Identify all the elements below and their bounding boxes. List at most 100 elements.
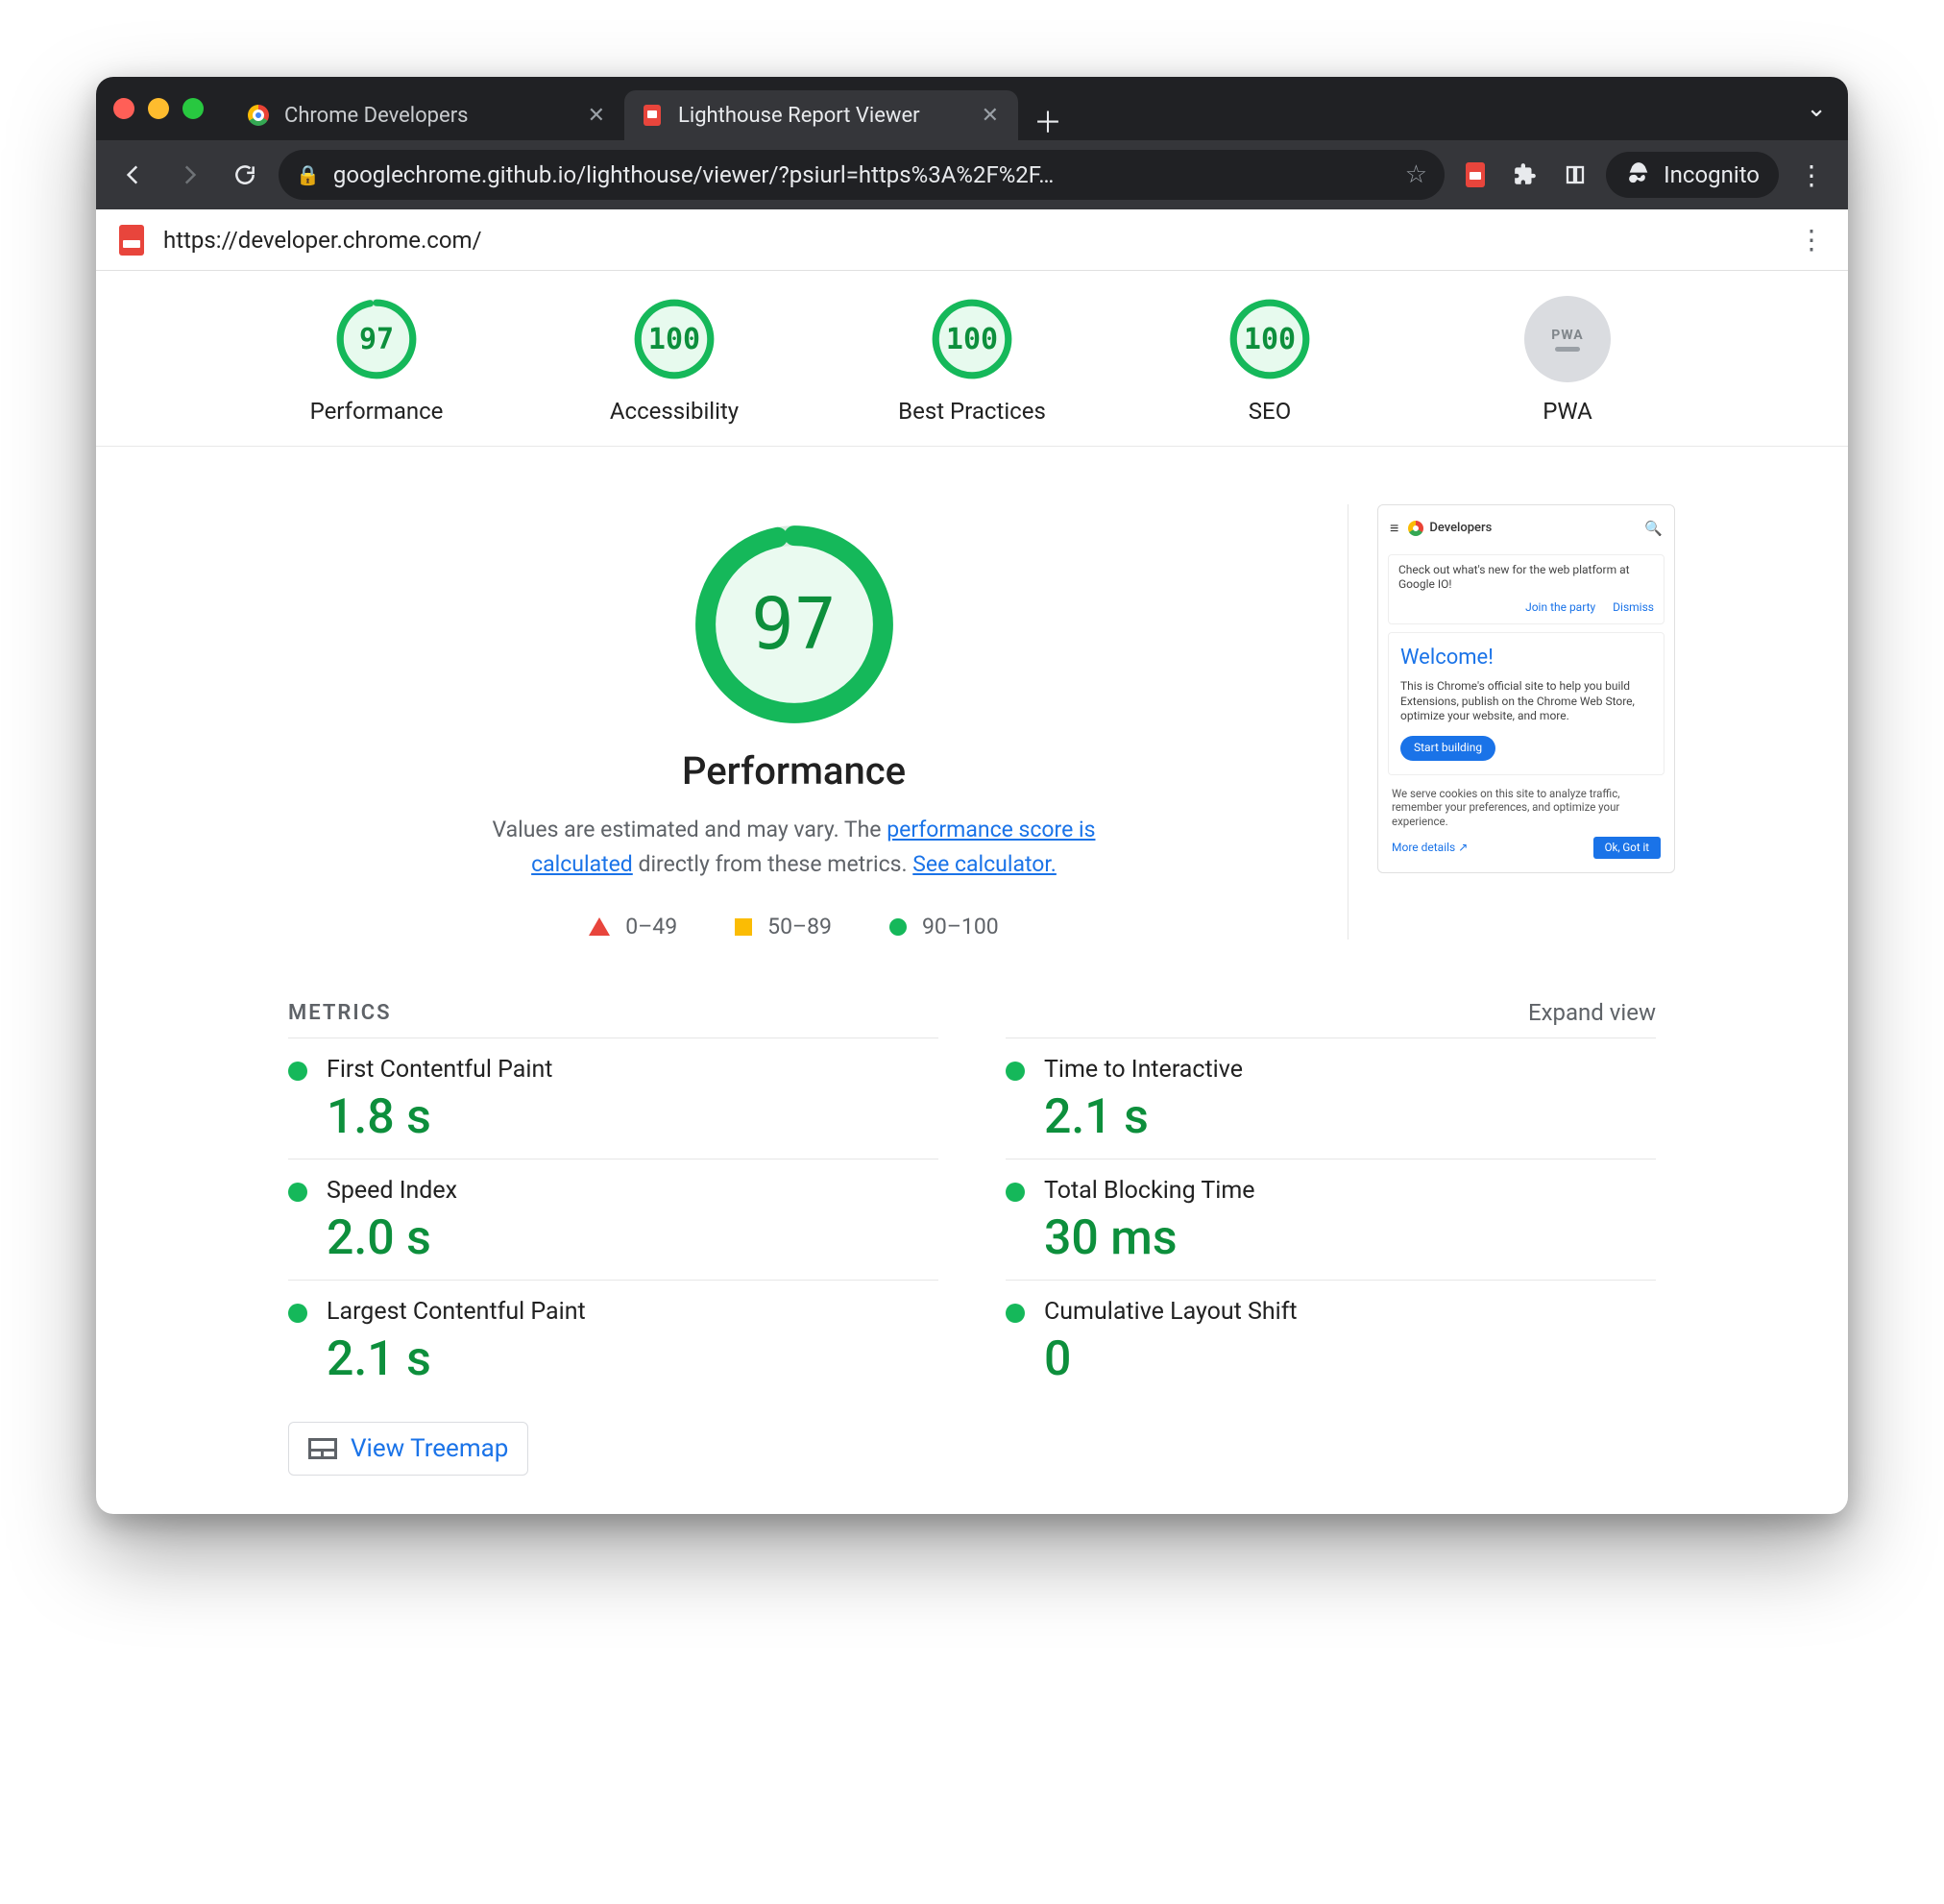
metric-value: 30 ms — [1044, 1210, 1656, 1266]
reading-list-icon[interactable] — [1556, 156, 1594, 194]
metric-value: 2.0 s — [327, 1210, 938, 1266]
metric-name: Largest Contentful Paint — [327, 1298, 938, 1326]
gauge-pwa[interactable]: PWA PWA — [1481, 296, 1654, 425]
performance-title: Performance — [682, 748, 906, 793]
close-tab-icon[interactable]: ✕ — [982, 104, 999, 128]
metric-value: 2.1 s — [327, 1331, 938, 1387]
welcome-button: Start building — [1400, 736, 1495, 761]
back-button[interactable] — [111, 153, 156, 197]
forward-button[interactable] — [167, 153, 211, 197]
tested-url-bar: https://developer.chrome.com/ ⋮ — [96, 209, 1848, 271]
performance-score: 97 — [693, 524, 895, 725]
metric-si: Speed Index2.0 s — [288, 1159, 938, 1280]
score-label: Performance — [310, 398, 444, 425]
metric-name: First Contentful Paint — [327, 1056, 938, 1084]
cookie-ok: Ok, Got it — [1593, 837, 1661, 859]
metrics-heading: METRICS — [288, 1001, 392, 1025]
metric-name: Time to Interactive — [1044, 1056, 1656, 1084]
banner-link: Dismiss — [1613, 600, 1654, 616]
score-label: PWA — [1543, 398, 1592, 425]
page-menu-icon[interactable]: ⋮ — [1798, 224, 1825, 256]
metric-value: 2.1 s — [1044, 1089, 1656, 1145]
score-value: 100 — [631, 296, 717, 382]
close-tab-icon[interactable]: ✕ — [588, 104, 605, 128]
brand-text: Developers — [1429, 521, 1492, 537]
legend-mid: 50–89 — [735, 914, 832, 940]
incognito-badge[interactable]: Incognito — [1606, 152, 1779, 198]
square-icon — [735, 918, 752, 936]
expand-view-toggle[interactable]: Expand view — [1528, 999, 1656, 1026]
tab-title: Lighthouse Report Viewer — [678, 104, 920, 128]
minimize-window-icon[interactable] — [148, 98, 169, 119]
tab-lighthouse-viewer[interactable]: Lighthouse Report Viewer ✕ — [624, 90, 1018, 140]
status-pass-icon — [288, 1183, 307, 1202]
performance-section: 97 Performance Values are estimated and … — [96, 447, 1848, 978]
score-value: 97 — [333, 296, 420, 382]
bookmark-icon[interactable]: ☆ — [1405, 160, 1427, 189]
lighthouse-extension-icon[interactable] — [1456, 156, 1494, 194]
metric-tti: Time to Interactive 2.1 s — [1006, 1037, 1656, 1159]
status-pass-icon — [1006, 1183, 1025, 1202]
extensions-icon[interactable] — [1506, 156, 1544, 194]
metric-tbt: Total Blocking Time 30 ms — [1006, 1159, 1656, 1280]
reload-button[interactable] — [223, 153, 267, 197]
metrics-grid: First Contentful Paint1.8 s Time to Inte… — [288, 1037, 1656, 1401]
legend-label: 50–89 — [767, 914, 832, 940]
fullscreen-window-icon[interactable] — [182, 98, 204, 119]
browser-menu-icon[interactable]: ⋮ — [1790, 159, 1833, 191]
desc-text: Values are estimated and may vary. The — [493, 817, 887, 842]
cookie-more-text: More details — [1392, 841, 1455, 854]
metrics-section: METRICS Expand view First Contentful Pai… — [96, 978, 1848, 1514]
lighthouse-favicon-icon — [640, 103, 665, 128]
window-controls — [113, 98, 204, 119]
metric-name: Cumulative Layout Shift — [1044, 1298, 1656, 1326]
score-legend: 0–49 50–89 90–100 — [589, 914, 998, 940]
tab-title: Chrome Developers — [284, 104, 469, 128]
metric-fcp: First Contentful Paint1.8 s — [288, 1037, 938, 1159]
performance-detail: 97 Performance Values are estimated and … — [269, 504, 1349, 940]
thumb-brand: Developers — [1408, 521, 1492, 537]
tab-overflow-icon[interactable]: ⌄ — [1806, 94, 1827, 123]
gauge-seo[interactable]: 100 SEO — [1183, 296, 1356, 425]
pwa-gauge-icon: PWA — [1524, 296, 1611, 382]
see-calculator-link[interactable]: See calculator. — [912, 851, 1057, 877]
url-text: googlechrome.github.io/lighthouse/viewer… — [333, 161, 1054, 188]
gauge-accessibility[interactable]: 100 Accessibility — [588, 296, 761, 425]
metric-name: Total Blocking Time — [1044, 1177, 1656, 1205]
lighthouse-icon — [119, 225, 144, 256]
treemap-label: View Treemap — [351, 1434, 508, 1463]
new-tab-button[interactable]: ＋ — [1028, 100, 1068, 140]
banner-text: Check out what's new for the web platfor… — [1398, 563, 1630, 592]
treemap-icon — [308, 1438, 337, 1459]
tab-chrome-developers[interactable]: Chrome Developers ✕ — [231, 90, 624, 140]
score-label: Accessibility — [610, 398, 739, 425]
gauge-performance[interactable]: 97 Performance — [290, 296, 463, 425]
score-value: 100 — [1227, 296, 1313, 382]
gauge-best-practices[interactable]: 100 Best Practices — [886, 296, 1058, 425]
banner-link: Join the party — [1525, 600, 1595, 616]
metric-lcp: Largest Contentful Paint 2.1 s — [288, 1280, 938, 1401]
welcome-title: Welcome! — [1400, 645, 1652, 672]
tested-url: https://developer.chrome.com/ — [163, 227, 482, 254]
incognito-icon — [1625, 161, 1652, 188]
tab-strip: Chrome Developers ✕ Lighthouse Report Vi… — [231, 77, 1796, 140]
welcome-body: This is Chrome's official site to help y… — [1400, 679, 1652, 724]
view-treemap-button[interactable]: View Treemap — [288, 1422, 528, 1476]
status-pass-icon — [1006, 1304, 1025, 1323]
legend-label: 0–49 — [625, 914, 677, 940]
address-bar[interactable]: 🔒 googlechrome.github.io/lighthouse/view… — [279, 150, 1445, 200]
status-pass-icon — [288, 1304, 307, 1323]
incognito-label: Incognito — [1664, 161, 1760, 188]
status-pass-icon — [1006, 1062, 1025, 1081]
score-label: Best Practices — [898, 398, 1046, 425]
hamburger-icon: ≡ — [1390, 519, 1398, 539]
metric-cls: Cumulative Layout Shift 0 — [1006, 1280, 1656, 1401]
legend-label: 90–100 — [922, 914, 999, 940]
cookie-more: More details ↗ — [1392, 841, 1468, 856]
status-pass-icon — [288, 1062, 307, 1081]
desc-text: directly from these metrics. — [633, 851, 912, 877]
metric-value: 0 — [1044, 1331, 1656, 1387]
browser-window: Chrome Developers ✕ Lighthouse Report Vi… — [96, 77, 1848, 1514]
close-window-icon[interactable] — [113, 98, 134, 119]
score-summary: 97 Performance 100 Accessibility 100 Bes… — [96, 271, 1848, 447]
